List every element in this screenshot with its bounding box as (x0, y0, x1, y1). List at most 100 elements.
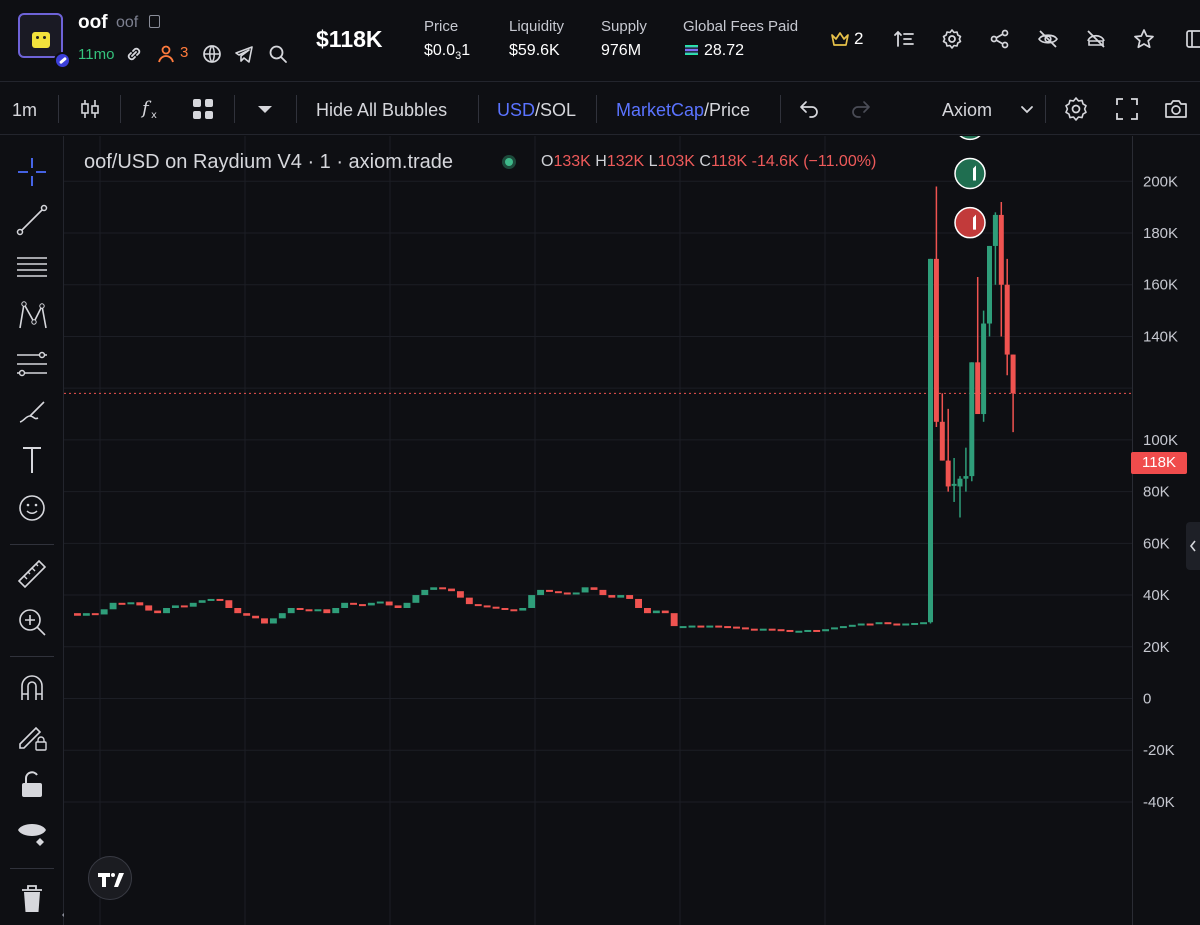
token-header: oof oof 11mo 3 $118K Price $0.031 Liquid… (0, 0, 1200, 82)
candle (269, 618, 277, 624)
token-age: 11mo (78, 46, 115, 63)
crown-icon[interactable] (830, 30, 850, 48)
ruler-icon[interactable] (14, 556, 50, 592)
candle (957, 478, 963, 487)
y-tick-label: 200K (1143, 173, 1178, 190)
y-tick-label: 80K (1143, 484, 1170, 501)
provider-select[interactable]: Axiom (942, 100, 992, 121)
indicators-icon[interactable]: fx (139, 96, 165, 122)
toolbar-divider (596, 95, 597, 123)
globe-icon[interactable] (202, 44, 222, 64)
unlock-icon[interactable] (14, 766, 50, 802)
sort-icon[interactable] (893, 28, 915, 50)
candle (644, 607, 651, 614)
candle (537, 589, 545, 596)
emoji-icon[interactable] (14, 490, 50, 526)
y-tick-label: 140K (1143, 328, 1178, 345)
buy-bubble (954, 108, 986, 141)
candlestick-chart[interactable] (64, 62, 1132, 925)
token-avatar[interactable] (18, 13, 63, 58)
tradingview-logo[interactable] (88, 856, 132, 900)
star-icon[interactable] (1133, 28, 1155, 50)
candle (992, 214, 998, 246)
global-fees-label: Global Fees Paid (683, 18, 799, 35)
search-icon[interactable] (268, 44, 288, 64)
tools-divider (10, 544, 54, 545)
candle (189, 602, 197, 607)
hide-bubbles-button[interactable]: Hide All Bubbles (316, 100, 447, 121)
settings-icon[interactable] (941, 28, 963, 50)
candle (528, 595, 536, 608)
candles-icon[interactable] (77, 96, 103, 122)
brush-icon[interactable] (14, 394, 50, 430)
link-icon[interactable] (124, 44, 144, 64)
candle (813, 629, 821, 632)
candle (385, 601, 393, 606)
candle (261, 618, 268, 624)
candle (171, 605, 179, 608)
sell-bubble (954, 206, 986, 239)
holders-icon[interactable] (157, 44, 177, 64)
price-value: $0.031 (424, 42, 471, 63)
candle (403, 602, 411, 608)
candle (795, 630, 803, 633)
metric-toggle[interactable]: MarketCap/Price (616, 100, 750, 121)
candle (198, 600, 206, 603)
fib-retracement-icon[interactable] (14, 346, 50, 382)
candle (951, 483, 957, 486)
chevron-down-icon[interactable] (252, 96, 278, 122)
candle (376, 601, 384, 604)
candle (1004, 284, 1010, 355)
undo-icon[interactable] (797, 96, 823, 122)
zoom-in-icon[interactable] (14, 604, 50, 640)
candle (581, 587, 589, 593)
y-tick-label: 220K (1143, 136, 1178, 139)
horizontal-lines-icon[interactable] (14, 250, 50, 286)
telegram-icon[interactable] (234, 44, 254, 64)
y-tick-label: 40K (1143, 587, 1170, 604)
fullscreen-icon[interactable] (1114, 96, 1140, 122)
camera-icon[interactable] (1163, 96, 1189, 122)
interval-button[interactable]: 1m (12, 100, 37, 121)
candle (492, 606, 500, 609)
chart-area[interactable] (64, 62, 1132, 925)
currency-toggle[interactable]: USD/SOL (497, 100, 576, 121)
candle (831, 627, 838, 630)
drawing-toolbar (0, 136, 68, 925)
visibility-icon[interactable] (14, 814, 50, 850)
candle (510, 609, 518, 612)
token-name: oof (78, 12, 108, 33)
chevron-down-icon[interactable] (1014, 96, 1040, 122)
panel-icon[interactable] (1184, 28, 1200, 50)
candle (866, 623, 874, 626)
magnet-icon[interactable] (14, 670, 50, 706)
trend-line-icon[interactable] (14, 202, 50, 238)
eye-off-icon[interactable] (1037, 28, 1059, 50)
crosshair-icon[interactable] (14, 154, 50, 190)
candle (287, 607, 295, 614)
y-tick-label: 160K (1143, 277, 1178, 294)
candle (136, 602, 144, 606)
bubble-circle (954, 206, 986, 239)
layout-grid-icon[interactable] (190, 96, 216, 122)
toolbar-divider (296, 95, 297, 123)
candle (421, 589, 429, 596)
candle (759, 628, 767, 631)
trash-icon[interactable] (14, 880, 50, 916)
candle (430, 587, 438, 590)
lock-drawings-icon[interactable] (14, 718, 50, 754)
candle (341, 602, 349, 608)
share-icon[interactable] (989, 28, 1011, 50)
collapse-right-button[interactable] (1186, 522, 1200, 570)
copy-icon[interactable] (149, 15, 160, 28)
candle (777, 629, 785, 632)
candle (163, 607, 170, 614)
text-icon[interactable] (14, 442, 50, 478)
y-tick-label: 100K (1143, 432, 1178, 449)
candle (945, 460, 951, 487)
eye-off-slash-icon[interactable] (1085, 28, 1107, 50)
candle (180, 605, 188, 608)
redo-icon[interactable] (847, 96, 873, 122)
chart-settings-icon[interactable] (1063, 96, 1089, 122)
pattern-icon[interactable] (14, 298, 50, 334)
